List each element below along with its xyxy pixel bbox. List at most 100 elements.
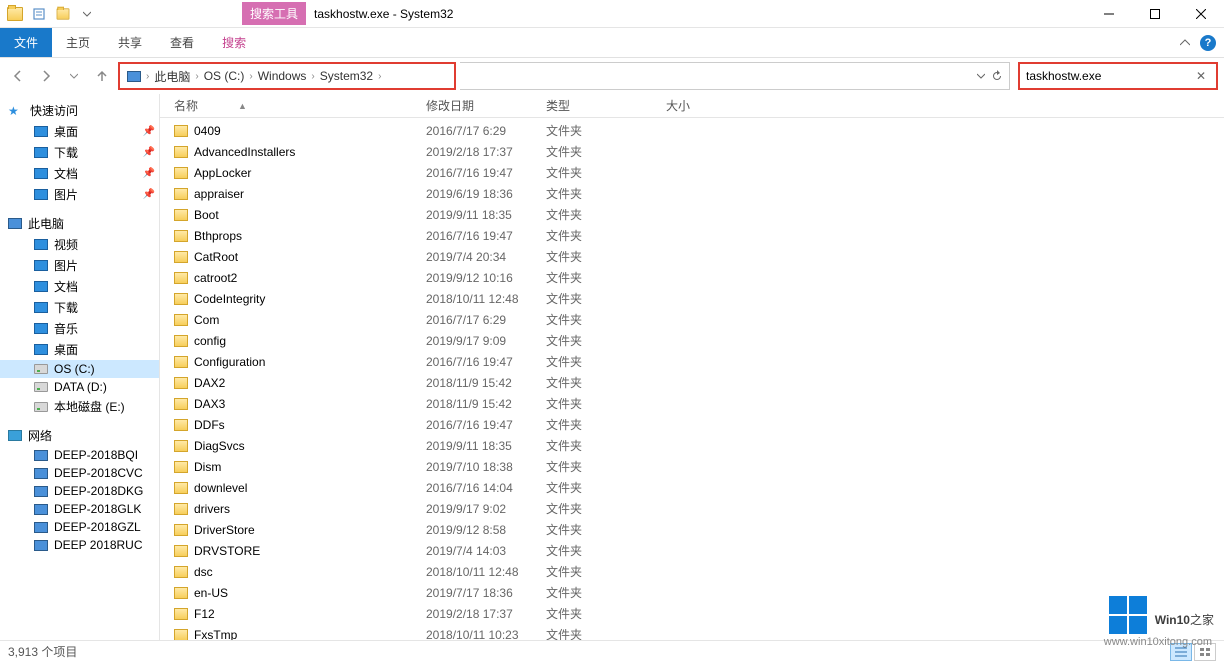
sidebar-item[interactable]: 音乐: [0, 318, 159, 339]
file-row[interactable]: Com 2016/7/17 6:29 文件夹: [160, 309, 1224, 330]
chevron-right-icon[interactable]: ›: [247, 71, 254, 82]
file-date: 2019/7/4 20:34: [426, 250, 546, 264]
breadcrumb-seg-0[interactable]: 此电脑: [151, 68, 193, 85]
file-row[interactable]: DRVSTORE 2019/7/4 14:03 文件夹: [160, 540, 1224, 561]
file-row[interactable]: drivers 2019/9/17 9:02 文件夹: [160, 498, 1224, 519]
file-list[interactable]: 0409 2016/7/17 6:29 文件夹 AdvancedInstalle…: [160, 118, 1224, 640]
file-row[interactable]: config 2019/9/17 9:09 文件夹: [160, 330, 1224, 351]
search-box[interactable]: ✕: [1018, 62, 1218, 90]
tab-home[interactable]: 主页: [52, 28, 104, 57]
sidebar-item[interactable]: 视频: [0, 234, 159, 255]
file-row[interactable]: DriverStore 2019/9/12 8:58 文件夹: [160, 519, 1224, 540]
sidebar-item[interactable]: 下载📌: [0, 142, 159, 163]
chevron-right-icon[interactable]: ›: [376, 71, 383, 82]
clear-search-icon[interactable]: ✕: [1192, 69, 1210, 83]
column-header-name[interactable]: 名称 ▲: [174, 97, 426, 114]
file-type: 文件夹: [546, 227, 666, 244]
sidebar-item[interactable]: OS (C:): [0, 360, 159, 378]
file-row[interactable]: 0409 2016/7/17 6:29 文件夹: [160, 120, 1224, 141]
close-button[interactable]: [1178, 0, 1224, 28]
chevron-right-icon[interactable]: ›: [193, 71, 200, 82]
sidebar-item[interactable]: 文档: [0, 276, 159, 297]
file-row[interactable]: F12 2019/2/18 17:37 文件夹: [160, 603, 1224, 624]
view-details-button[interactable]: [1170, 643, 1192, 661]
tab-share[interactable]: 共享: [104, 28, 156, 57]
sidebar-item[interactable]: DEEP-2018CVC: [0, 464, 159, 482]
sidebar-item[interactable]: DEEP-2018GLK: [0, 500, 159, 518]
back-button[interactable]: [6, 64, 30, 88]
sidebar-quick-access[interactable]: ★ 快速访问: [0, 100, 159, 121]
file-row[interactable]: CodeIntegrity 2018/10/11 12:48 文件夹: [160, 288, 1224, 309]
breadcrumb-seg-1[interactable]: OS (C:): [201, 69, 248, 83]
column-header-size[interactable]: 大小: [666, 97, 746, 114]
file-row[interactable]: Configuration 2016/7/16 19:47 文件夹: [160, 351, 1224, 372]
sidebar-item[interactable]: DATA (D:): [0, 378, 159, 396]
file-row[interactable]: AdvancedInstallers 2019/2/18 17:37 文件夹: [160, 141, 1224, 162]
sidebar-item[interactable]: 下载: [0, 297, 159, 318]
breadcrumb-seg-2[interactable]: Windows: [255, 69, 310, 83]
chevron-right-icon[interactable]: ›: [309, 71, 316, 82]
file-row[interactable]: en-US 2019/7/17 18:36 文件夹: [160, 582, 1224, 603]
sidebar-item[interactable]: DEEP-2018BQI: [0, 446, 159, 464]
file-row[interactable]: FxsTmp 2018/10/11 10:23 文件夹: [160, 624, 1224, 640]
folder-icon: [174, 356, 188, 368]
qat-properties-icon[interactable]: [28, 3, 50, 25]
file-row[interactable]: Boot 2019/9/11 18:35 文件夹: [160, 204, 1224, 225]
folder-icon: [34, 239, 48, 250]
file-row[interactable]: dsc 2018/10/11 12:48 文件夹: [160, 561, 1224, 582]
qat-dropdown-icon[interactable]: [76, 3, 98, 25]
file-row[interactable]: appraiser 2019/6/19 18:36 文件夹: [160, 183, 1224, 204]
file-name: drivers: [194, 502, 230, 516]
file-date: 2018/10/11 12:48: [426, 292, 546, 306]
file-row[interactable]: Dism 2019/7/10 18:38 文件夹: [160, 456, 1224, 477]
sidebar-this-pc[interactable]: 此电脑: [0, 213, 159, 234]
address-bar[interactable]: › 此电脑 › OS (C:) › Windows › System32 ›: [118, 62, 456, 90]
breadcrumb-pc-icon[interactable]: [124, 71, 144, 82]
up-button[interactable]: [90, 64, 114, 88]
sidebar-item[interactable]: 桌面: [0, 339, 159, 360]
file-row[interactable]: CatRoot 2019/7/4 20:34 文件夹: [160, 246, 1224, 267]
chevron-right-icon[interactable]: ›: [144, 71, 151, 82]
file-row[interactable]: DAX3 2018/11/9 15:42 文件夹: [160, 393, 1224, 414]
sidebar-item[interactable]: 桌面📌: [0, 121, 159, 142]
breadcrumb-seg-3[interactable]: System32: [317, 69, 376, 83]
sidebar-item[interactable]: DEEP-2018DKG: [0, 482, 159, 500]
file-row[interactable]: Bthprops 2016/7/16 19:47 文件夹: [160, 225, 1224, 246]
file-row[interactable]: DDFs 2016/7/16 19:47 文件夹: [160, 414, 1224, 435]
column-header-type[interactable]: 类型: [546, 97, 666, 114]
file-row[interactable]: DiagSvcs 2019/9/11 18:35 文件夹: [160, 435, 1224, 456]
column-header-date[interactable]: 修改日期: [426, 97, 546, 114]
search-input[interactable]: [1026, 69, 1192, 83]
tab-file[interactable]: 文件: [0, 28, 52, 57]
sidebar-item[interactable]: DEEP 2018RUC: [0, 536, 159, 554]
sidebar-item[interactable]: 图片: [0, 255, 159, 276]
recent-dropdown-icon[interactable]: [62, 64, 86, 88]
forward-button[interactable]: [34, 64, 58, 88]
folder-icon: [34, 302, 48, 313]
sidebar-item[interactable]: DEEP-2018GZL: [0, 518, 159, 536]
file-type: 文件夹: [546, 437, 666, 454]
sidebar-network[interactable]: 网络: [0, 425, 159, 446]
file-row[interactable]: AppLocker 2016/7/16 19:47 文件夹: [160, 162, 1224, 183]
qat-newfolder-icon[interactable]: [52, 3, 74, 25]
address-dropdown-icon[interactable]: [977, 72, 985, 80]
sidebar-item[interactable]: 图片📌: [0, 184, 159, 205]
tab-search[interactable]: 搜索: [208, 28, 260, 57]
file-row[interactable]: catroot2 2019/9/12 10:16 文件夹: [160, 267, 1224, 288]
ribbon-collapse-icon[interactable]: [1180, 38, 1190, 48]
help-icon[interactable]: ?: [1200, 35, 1216, 51]
file-row[interactable]: DAX2 2018/11/9 15:42 文件夹: [160, 372, 1224, 393]
maximize-button[interactable]: [1132, 0, 1178, 28]
sidebar-item[interactable]: 文档📌: [0, 163, 159, 184]
view-large-icons-button[interactable]: [1194, 643, 1216, 661]
file-type: 文件夹: [546, 143, 666, 160]
sort-indicator-icon: ▲: [238, 101, 247, 111]
address-bar-extend[interactable]: [460, 62, 1010, 90]
folder-icon: [34, 260, 48, 271]
refresh-icon[interactable]: [991, 70, 1003, 82]
minimize-button[interactable]: [1086, 0, 1132, 28]
sidebar-item[interactable]: 本地磁盘 (E:): [0, 396, 159, 417]
tab-view[interactable]: 查看: [156, 28, 208, 57]
navigation-pane[interactable]: ★ 快速访问 桌面📌下载📌文档📌图片📌 此电脑 视频图片文档下载音乐桌面OS (…: [0, 94, 160, 640]
file-row[interactable]: downlevel 2016/7/16 14:04 文件夹: [160, 477, 1224, 498]
